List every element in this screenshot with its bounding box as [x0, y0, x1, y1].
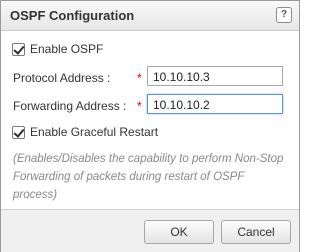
- protocol-address-required-marker: *: [137, 71, 142, 85]
- graceful-restart-checkbox[interactable]: [12, 125, 25, 139]
- dialog-footer: OK Cancel: [1, 209, 299, 252]
- enable-ospf-checkbox[interactable]: [12, 42, 25, 56]
- enable-ospf-row[interactable]: Enable OSPF: [12, 42, 103, 56]
- ok-button[interactable]: OK: [144, 220, 214, 244]
- enable-ospf-label: Enable OSPF: [30, 42, 104, 56]
- dialog-content: Enable OSPF Protocol Address : * 10.10.1…: [1, 31, 299, 209]
- graceful-restart-row[interactable]: Enable Graceful Restart: [12, 125, 158, 139]
- forwarding-address-label: Forwarding Address :: [13, 99, 127, 113]
- dialog-titlebar: OSPF Configuration ?: [1, 1, 299, 31]
- cancel-button[interactable]: Cancel: [221, 220, 291, 244]
- question-mark-icon[interactable]: ?: [276, 7, 292, 23]
- protocol-address-input[interactable]: 10.10.10.3: [147, 66, 283, 86]
- graceful-restart-description: (Enables/Disables the capability to perf…: [13, 153, 284, 201]
- ospf-configuration-dialog: OSPF Configuration ? Enable OSPF Protoco…: [0, 0, 300, 252]
- dialog-title: OSPF Configuration: [10, 8, 135, 23]
- protocol-address-label: Protocol Address :: [13, 71, 111, 85]
- forwarding-address-required-marker: *: [137, 99, 142, 113]
- graceful-restart-label: Enable Graceful Restart: [30, 125, 159, 139]
- forwarding-address-input[interactable]: 10.10.10.2: [147, 94, 283, 114]
